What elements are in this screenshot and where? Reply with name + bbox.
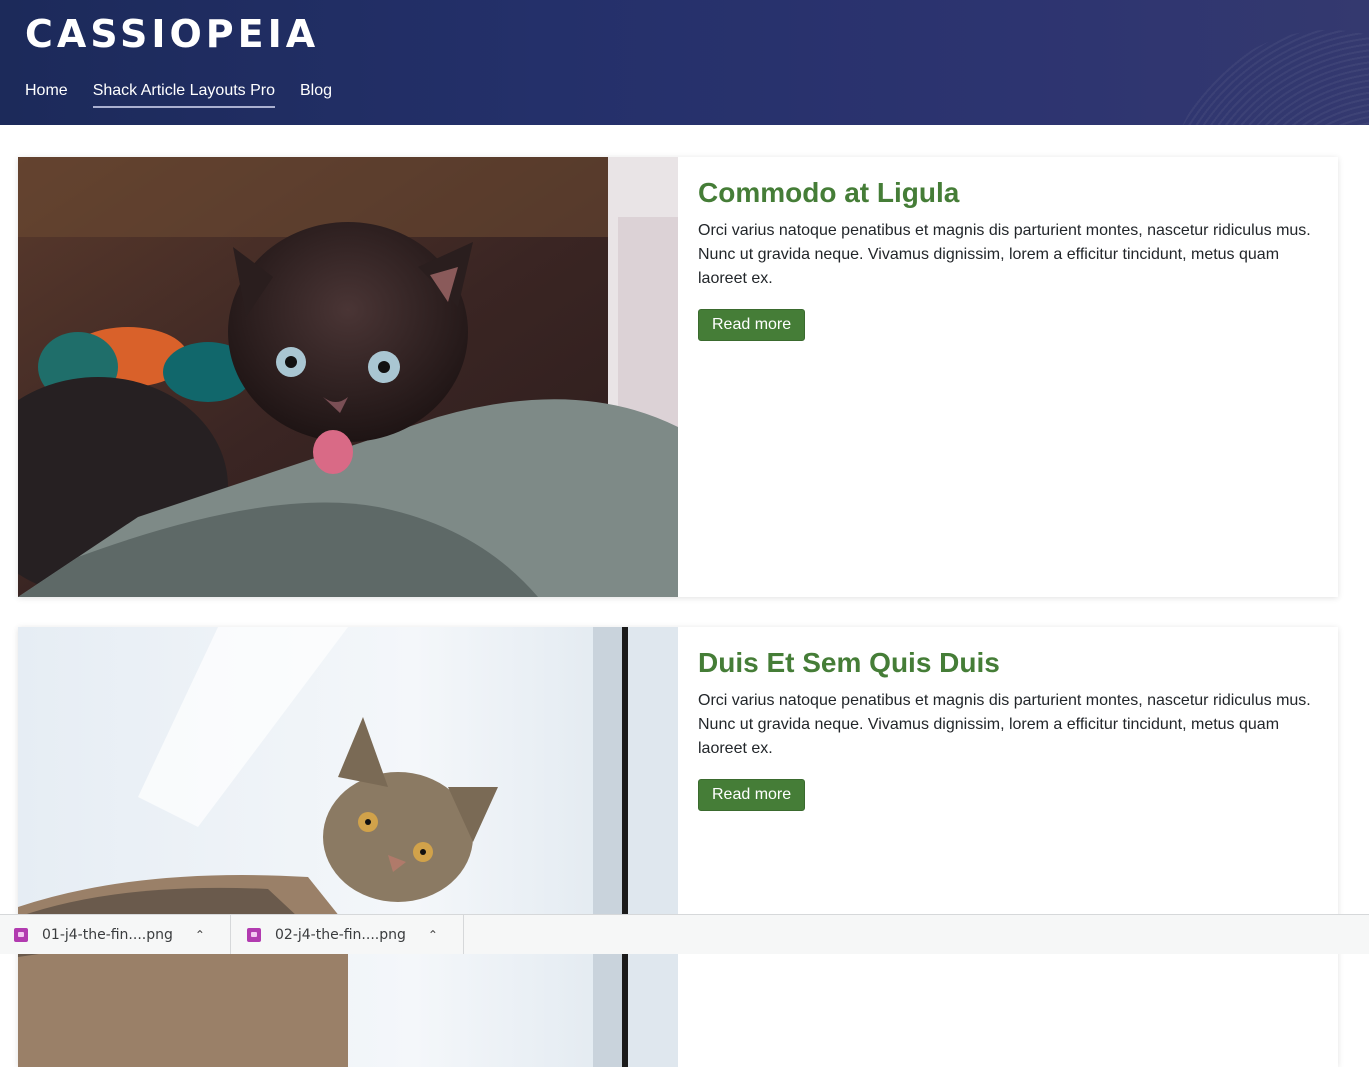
chevron-up-icon[interactable]: ⌃ bbox=[195, 928, 205, 942]
article-body: Commodo at Ligula Orci varius natoque pe… bbox=[698, 177, 1318, 341]
nav-shack-article-layouts-pro[interactable]: Shack Article Layouts Pro bbox=[92, 82, 275, 108]
download-filename: 02-j4-the-fin....png bbox=[275, 926, 406, 943]
image-file-icon bbox=[247, 927, 261, 942]
download-item[interactable]: 01-j4-the-fin....png ⌃ bbox=[14, 915, 231, 954]
article-intro: Orci varius natoque penatibus et magnis … bbox=[698, 222, 1311, 287]
image-file-icon bbox=[14, 927, 28, 942]
chevron-up-icon[interactable]: ⌃ bbox=[428, 928, 438, 942]
header-decoration bbox=[1169, 30, 1369, 125]
site-header: CASSIOPEIA Home Shack Article Layouts Pr… bbox=[0, 0, 1369, 125]
nav-blog[interactable]: Blog bbox=[300, 82, 332, 108]
read-more-button[interactable]: Read more bbox=[698, 309, 806, 341]
article-intro: Orci varius natoque penatibus et magnis … bbox=[698, 692, 1311, 757]
article-card: Commodo at Ligula Orci varius natoque pe… bbox=[18, 157, 1338, 597]
article-body: Duis Et Sem Quis Duis Orci varius natoqu… bbox=[698, 647, 1318, 811]
download-item[interactable]: 02-j4-the-fin....png ⌃ bbox=[247, 915, 464, 954]
site-logo[interactable]: CASSIOPEIA bbox=[25, 12, 319, 56]
main-nav: Home Shack Article Layouts Pro Blog bbox=[25, 82, 332, 108]
article-image[interactable] bbox=[18, 157, 678, 597]
read-more-button[interactable]: Read more bbox=[698, 779, 806, 811]
download-filename: 01-j4-the-fin....png bbox=[42, 926, 173, 943]
kitten-photo bbox=[18, 157, 678, 597]
tabby-cat-photo bbox=[18, 627, 678, 1067]
article-title[interactable]: Duis Et Sem Quis Duis bbox=[698, 647, 1318, 679]
downloads-bar: 01-j4-the-fin....png ⌃ 02-j4-the-fin....… bbox=[0, 914, 1369, 954]
nav-home[interactable]: Home bbox=[25, 82, 68, 108]
article-card: Duis Et Sem Quis Duis Orci varius natoqu… bbox=[18, 627, 1338, 1067]
article-title[interactable]: Commodo at Ligula bbox=[698, 177, 1318, 209]
article-image[interactable] bbox=[18, 627, 678, 1067]
